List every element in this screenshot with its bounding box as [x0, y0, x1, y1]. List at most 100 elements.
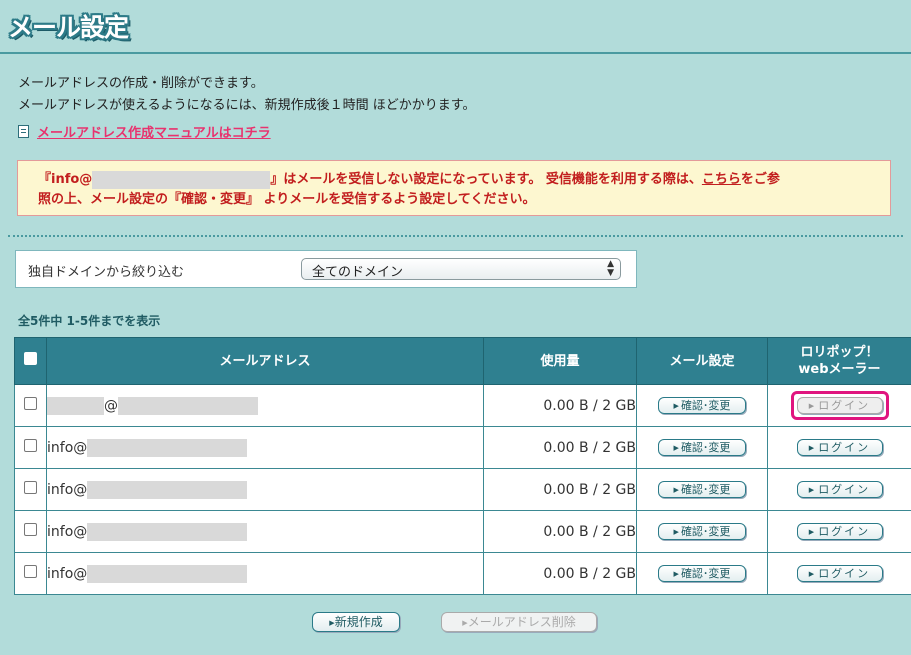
header-webmailer-line1: ロリポップ！ — [800, 345, 879, 360]
table-row: info@ 0.00 B / 2 GB ▶ 確認･変更 ▶ ログイン — [14, 552, 911, 595]
confirm-change-label: 確認･変更 — [680, 567, 731, 580]
redacted-domain — [118, 396, 258, 415]
row-checkbox[interactable] — [24, 397, 37, 410]
usage-cell: 0.00 B / 2 GB — [483, 426, 637, 469]
webmailer-cell: ▶ ログイン — [767, 384, 911, 427]
address-cell: info@ — [46, 510, 484, 553]
warning-line-2: 照の上、メール設定の『確認・変更』 よりメールを受信するよう設定してください。 — [38, 192, 536, 207]
redacted-domain — [87, 480, 248, 499]
page-title: メール設定 — [8, 13, 129, 42]
login-label: ログイン — [818, 483, 871, 496]
confirm-change-button[interactable]: ▶ 確認･変更 — [658, 523, 746, 540]
address-cell: info@ — [46, 552, 484, 595]
confirm-change-label: 確認･変更 — [680, 399, 731, 412]
row-checkbox[interactable] — [24, 565, 37, 578]
usage-cell: 0.00 B / 2 GB — [483, 552, 637, 595]
row-checkbox[interactable] — [24, 523, 37, 536]
login-highlight: ▶ ログイン — [790, 391, 889, 420]
confirm-change-label: 確認･変更 — [680, 483, 731, 496]
play-triangle-icon: ▶ — [808, 486, 817, 494]
delete-address-button[interactable]: ▶メールアドレス削除 — [441, 612, 597, 632]
login-button[interactable]: ▶ ログイン — [796, 481, 883, 498]
delete-address-label: メールアドレス削除 — [467, 615, 576, 629]
usage-cell: 0.00 B / 2 GB — [483, 468, 637, 511]
webmailer-cell: ▶ ログイン — [767, 426, 911, 469]
address-prefix: info@ — [47, 523, 88, 540]
row-checkbox-cell — [14, 510, 47, 553]
domain-select[interactable]: 全てのドメイン ▲ ▼ — [301, 258, 621, 280]
mail-address-table: メールアドレス 使用量 メール設定 ロリポップ！ webメーラー @ 0.00 B… — [14, 337, 911, 595]
login-label: ログイン — [818, 399, 871, 412]
confirm-change-button[interactable]: ▶ 確認･変更 — [658, 397, 746, 414]
document-icon — [18, 125, 29, 138]
new-address-label: 新規作成 — [334, 615, 383, 629]
warning-after-link: をご参 — [740, 172, 780, 187]
play-triangle-icon: ▶ — [673, 486, 679, 494]
address-prefix: info@ — [47, 439, 88, 456]
play-triangle-icon: ▶ — [673, 444, 679, 452]
row-checkbox[interactable] — [24, 439, 37, 452]
dotted-divider — [8, 235, 903, 237]
login-label: ログイン — [818, 567, 871, 580]
confirm-change-label: 確認･変更 — [680, 441, 731, 454]
confirm-change-button[interactable]: ▶ 確認･変更 — [658, 481, 746, 498]
settings-cell: ▶ 確認･変更 — [636, 384, 768, 427]
new-address-button[interactable]: ▶新規作成 — [312, 612, 400, 632]
login-button[interactable]: ▶ ログイン — [796, 523, 883, 540]
address-prefix: info@ — [47, 565, 88, 582]
select-all-checkbox[interactable] — [24, 352, 37, 365]
warning-prefix: 『info@ — [38, 172, 93, 187]
play-triangle-icon: ▶ — [808, 570, 817, 578]
usage-cell: 0.00 B / 2 GB — [483, 384, 637, 427]
address-at: @ — [104, 397, 118, 414]
confirm-change-button[interactable]: ▶ 確認･変更 — [658, 565, 746, 582]
settings-cell: ▶ 確認･変更 — [636, 510, 768, 553]
warning-box: 『info@ 』はメールを受信しない設定になっています。 受信機能を利用する際は、… — [17, 160, 891, 216]
row-checkbox-cell — [14, 552, 47, 595]
play-triangle-icon: ▶ — [808, 444, 817, 452]
table-row: info@ 0.00 B / 2 GB ▶ 確認･変更 ▶ ログイン — [14, 426, 911, 469]
header-address: メールアドレス — [46, 337, 484, 385]
description-line-2: メールアドレスが使えるようになるには、新規作成後１時間 ほどかかります。 — [18, 98, 476, 113]
select-arrows-icon: ▲ ▼ — [607, 259, 614, 278]
play-triangle-icon: ▶ — [808, 402, 817, 410]
row-checkbox-cell — [14, 384, 47, 427]
webmailer-cell: ▶ ログイン — [767, 510, 911, 553]
warning-link[interactable]: こちら — [702, 172, 741, 187]
title-bar: メール設定 — [0, 0, 911, 54]
row-checkbox[interactable] — [24, 481, 37, 494]
redacted-local-part — [47, 396, 104, 415]
table-header-row: メールアドレス 使用量 メール設定 ロリポップ！ webメーラー — [14, 337, 911, 385]
table-row: info@ 0.00 B / 2 GB ▶ 確認･変更 ▶ ログイン — [14, 468, 911, 511]
login-button[interactable]: ▶ ログイン — [796, 565, 883, 582]
warning-text: 』はメールを受信しない設定になっています。 受信機能を利用する際は、 — [270, 172, 702, 187]
row-checkbox-cell — [14, 426, 47, 469]
filter-label: 独自ドメインから絞り込む — [28, 265, 185, 280]
play-triangle-icon: ▶ — [808, 528, 817, 536]
address-prefix: info@ — [47, 481, 88, 498]
result-count: 全5件中 1-5件までを表示 — [18, 314, 161, 328]
header-webmailer-line2: webメーラー — [798, 362, 881, 377]
confirm-change-button[interactable]: ▶ 確認･変更 — [658, 439, 746, 456]
manual-link[interactable]: メールアドレス作成マニュアルはコチラ — [37, 122, 271, 141]
select-all-cell — [14, 337, 47, 385]
description-line-1: メールアドレスの作成・削除ができます。 — [18, 76, 264, 91]
login-label: ログイン — [818, 525, 871, 538]
redacted-domain — [87, 522, 248, 541]
webmailer-cell: ▶ ログイン — [767, 552, 911, 595]
settings-cell: ▶ 確認･変更 — [636, 552, 768, 595]
settings-cell: ▶ 確認･変更 — [636, 468, 768, 511]
redacted-domain — [87, 438, 248, 457]
address-cell: info@ — [46, 426, 484, 469]
usage-cell: 0.00 B / 2 GB — [483, 510, 637, 553]
header-settings: メール設定 — [636, 337, 768, 385]
address-cell: info@ — [46, 468, 484, 511]
login-button[interactable]: ▶ ログイン — [796, 439, 883, 456]
header-webmailer: ロリポップ！ webメーラー — [767, 337, 911, 385]
row-checkbox-cell — [14, 468, 47, 511]
play-triangle-icon: ▶ — [673, 570, 679, 578]
login-label: ログイン — [818, 441, 871, 454]
address-cell: @ — [46, 384, 484, 427]
login-button[interactable]: ▶ ログイン — [796, 397, 883, 414]
domain-select-value: 全てのドメイン — [312, 265, 404, 280]
